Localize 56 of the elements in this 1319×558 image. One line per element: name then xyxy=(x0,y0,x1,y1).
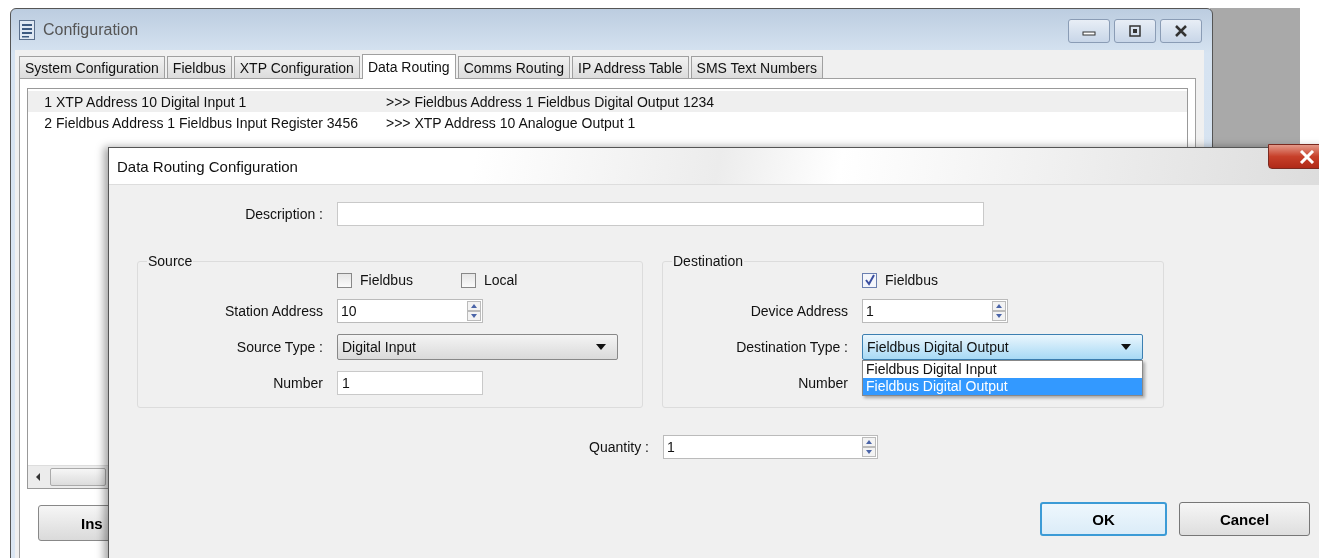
route-source: Fieldbus Address 1 Fieldbus Input Register 3456 xyxy=(56,114,359,131)
tab[interactable]: Data Routing xyxy=(361,54,456,79)
row-number: 1 xyxy=(43,93,53,110)
field-label: Destination Type : xyxy=(735,339,848,355)
station-address-field[interactable]: 10 xyxy=(337,299,483,323)
minimize-button[interactable] xyxy=(1068,19,1110,43)
field-label: Description : xyxy=(244,206,323,222)
row-number: 2 xyxy=(43,114,53,131)
route-destination: >>> Fieldbus Address 1 Fieldbus Digital Output 1234 xyxy=(386,93,715,110)
close-icon xyxy=(1174,25,1188,37)
checkmark-icon xyxy=(863,274,876,286)
number-field[interactable]: 1 xyxy=(337,371,483,395)
field-label: Station Address xyxy=(223,303,323,319)
maximize-button[interactable] xyxy=(1114,19,1156,43)
field-label: Number xyxy=(272,375,323,391)
device-address-field[interactable]: 1 xyxy=(862,299,1008,323)
window-title: Configuration xyxy=(43,20,139,39)
spinner-arrows-icon[interactable] xyxy=(467,301,481,321)
scrollbar-thumb[interactable] xyxy=(50,468,106,486)
document-icon xyxy=(19,19,35,40)
route-source: XTP Address 10 Digital Input 1 xyxy=(56,93,248,110)
description-field[interactable] xyxy=(337,202,984,226)
group-title: Source xyxy=(147,253,194,269)
dropdown-arrow-icon xyxy=(595,343,607,351)
source-type-dropdown[interactable]: Digital Input xyxy=(337,334,618,360)
tab[interactable]: IP Address Table xyxy=(572,56,689,78)
route-row[interactable]: 2 Fieldbus Address 1 Fieldbus Input Register 3456 >>> XTP Address 10 Analogue Output 1 xyxy=(28,112,1187,133)
checkbox[interactable]: Fieldbus xyxy=(337,272,413,288)
tab[interactable]: XTP Configuration xyxy=(233,56,360,78)
maximize-icon xyxy=(1128,25,1142,37)
group-title: Destination xyxy=(672,253,745,269)
tab[interactable]: System Configuration xyxy=(19,56,165,78)
ok-button[interactable]: OK xyxy=(1040,502,1167,536)
tab[interactable]: SMS Text Numbers xyxy=(690,56,823,78)
destination-type-dropdown[interactable]: Fieldbus Digital Output xyxy=(862,334,1143,360)
spinner-arrows-icon[interactable] xyxy=(992,301,1006,321)
route-row[interactable]: 1 XTP Address 10 Digital Input 1 >>> Fieldbus Address 1 Fieldbus Digital Output 1234 xyxy=(28,91,1187,112)
field-label: Number xyxy=(797,375,848,391)
field-label: Source Type : xyxy=(235,339,323,355)
dialog-title: Data Routing Configuration xyxy=(117,157,298,175)
quantity-field[interactable]: 1 xyxy=(663,435,878,459)
close-button[interactable] xyxy=(1268,144,1319,169)
tab[interactable]: Comms Routing xyxy=(457,56,570,78)
checkbox[interactable]: Local xyxy=(460,272,518,288)
dropdown-option[interactable]: Fieldbus Digital Input xyxy=(863,361,1142,378)
dropdown-arrow-icon xyxy=(1120,343,1132,351)
spinner-arrows-icon[interactable] xyxy=(862,437,876,457)
route-destination: >>> XTP Address 10 Analogue Output 1 xyxy=(386,114,636,131)
close-icon xyxy=(1299,149,1315,164)
tab[interactable]: Fieldbus xyxy=(166,56,232,78)
checkbox[interactable]: Fieldbus xyxy=(862,272,938,288)
field-label: Device Address xyxy=(749,303,848,319)
cancel-button[interactable]: Cancel xyxy=(1179,502,1310,536)
close-button[interactable] xyxy=(1160,19,1202,43)
field-label: Quantity : xyxy=(588,439,649,455)
left-arrow-icon xyxy=(34,472,42,482)
